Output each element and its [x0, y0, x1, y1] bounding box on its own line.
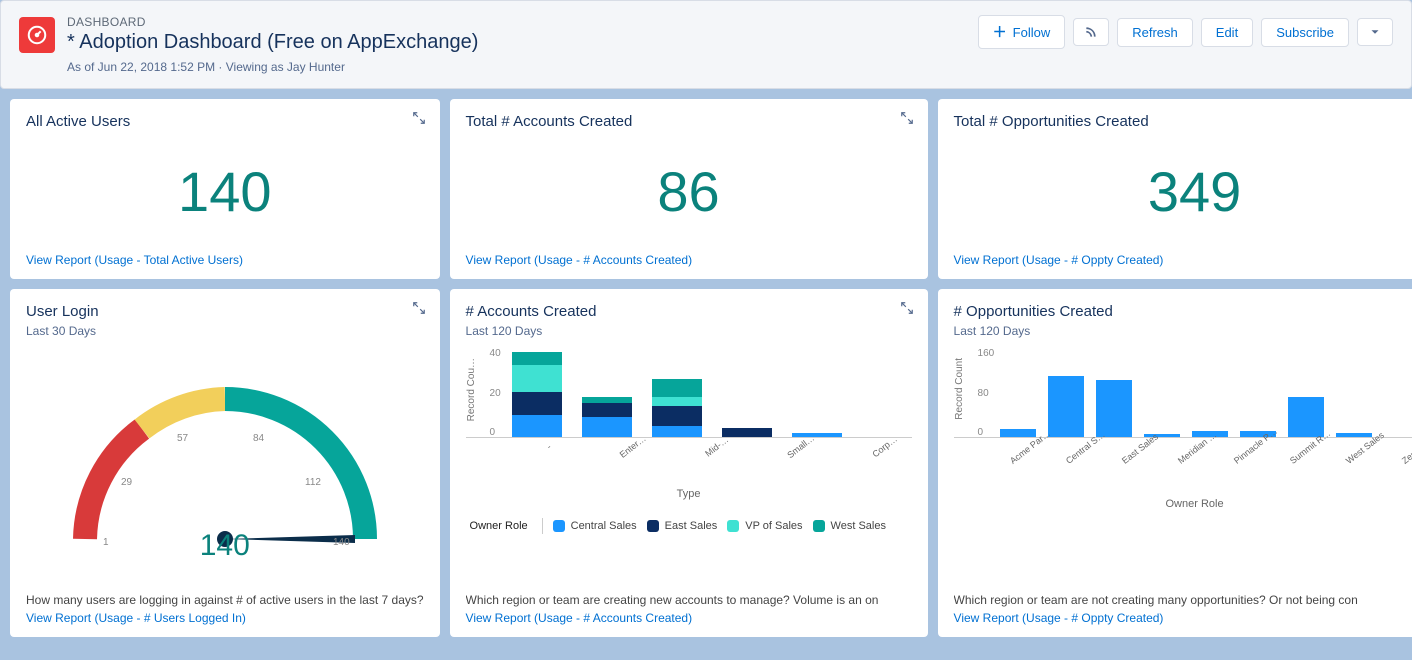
- gauge-icon: [19, 17, 55, 53]
- svg-text:84: 84: [253, 433, 265, 444]
- expand-icon[interactable]: [412, 111, 426, 128]
- bar: [1096, 380, 1132, 437]
- view-report-link[interactable]: View Report (Usage - # Oppty Created): [954, 611, 1412, 625]
- dashboard-grid: All Active Users 140 View Report (Usage …: [0, 89, 1412, 647]
- metric-value: 349: [954, 130, 1412, 253]
- card-title: Total # Opportunities Created: [954, 113, 1412, 130]
- view-report-link[interactable]: View Report (Usage - # Oppty Created): [954, 253, 1412, 267]
- gauge-chart: 1 29 57 84 112 140 140: [26, 338, 424, 593]
- stacked-bar-chart: Record Cou… 40 20 0 -Enter…Mid-…Small…Co…: [466, 338, 912, 593]
- view-report-link[interactable]: View Report (Usage - # Users Logged In): [26, 611, 424, 625]
- svg-text:140: 140: [333, 537, 350, 548]
- chart-legend: Owner RoleCentral SalesEast SalesVP of S…: [466, 518, 912, 534]
- page-title: * Adoption Dashboard (Free on AppExchang…: [67, 31, 478, 54]
- card-subtitle: Last 30 Days: [26, 324, 424, 338]
- card-title: User Login: [26, 303, 424, 320]
- gauge-value: 140: [200, 529, 250, 563]
- bar: [1048, 376, 1084, 437]
- header-meta: As of Jun 22, 2018 1:52 PM · Viewing as …: [67, 60, 478, 74]
- card-accounts-created: Total # Accounts Created 86 View Report …: [450, 99, 928, 279]
- more-actions-button[interactable]: [1357, 18, 1393, 46]
- card-title: Total # Accounts Created: [466, 113, 912, 130]
- plus-icon: ＋: [993, 22, 1007, 42]
- edit-button[interactable]: Edit: [1201, 18, 1253, 47]
- card-description: How many users are logging in against # …: [26, 593, 424, 607]
- dashboard-header: DASHBOARD * Adoption Dashboard (Free on …: [0, 0, 1412, 89]
- bar: [512, 352, 562, 438]
- card-subtitle: Last 120 Days: [466, 324, 912, 338]
- card-title: All Active Users: [26, 113, 424, 130]
- card-subtitle: Last 120 Days: [954, 324, 1412, 338]
- follow-button[interactable]: ＋Follow: [978, 15, 1066, 49]
- svg-text:29: 29: [121, 477, 133, 488]
- svg-text:57: 57: [177, 433, 189, 444]
- card-accounts-chart: # Accounts Created Last 120 Days Record …: [450, 289, 928, 637]
- card-title: # Opportunities Created: [954, 303, 1412, 320]
- view-report-link[interactable]: View Report (Usage - # Accounts Created): [466, 253, 912, 267]
- card-user-login: User Login Last 30 Days 1 29 57 84 112 1…: [10, 289, 440, 637]
- feed-button[interactable]: [1073, 18, 1109, 46]
- svg-text:112: 112: [305, 477, 321, 488]
- breadcrumb: DASHBOARD: [67, 15, 478, 29]
- expand-icon[interactable]: [412, 301, 426, 318]
- card-active-users: All Active Users 140 View Report (Usage …: [10, 99, 440, 279]
- bar: [1336, 433, 1372, 438]
- view-report-link[interactable]: View Report (Usage - # Accounts Created): [466, 611, 912, 625]
- expand-icon[interactable]: [900, 301, 914, 318]
- refresh-button[interactable]: Refresh: [1117, 18, 1193, 47]
- metric-value: 86: [466, 130, 912, 253]
- bar: [652, 379, 702, 438]
- card-opps-chart: # Opportunities Created Last 120 Days Re…: [938, 289, 1412, 637]
- expand-icon[interactable]: [900, 111, 914, 128]
- bar-chart: Record Count 160 80 0 Acme Par…Central S…: [954, 338, 1412, 593]
- card-description: Which region or team are not creating ma…: [954, 593, 1412, 607]
- subscribe-button[interactable]: Subscribe: [1261, 18, 1349, 47]
- card-title: # Accounts Created: [466, 303, 912, 320]
- metric-value: 140: [26, 130, 424, 253]
- view-report-link[interactable]: View Report (Usage - Total Active Users): [26, 253, 424, 267]
- svg-text:1: 1: [103, 537, 109, 548]
- bar: [1000, 429, 1036, 437]
- bar: [582, 397, 632, 438]
- card-opps-created: Total # Opportunities Created 349 View R…: [938, 99, 1412, 279]
- card-description: Which region or team are creating new ac…: [466, 593, 912, 607]
- bar: [1288, 397, 1324, 438]
